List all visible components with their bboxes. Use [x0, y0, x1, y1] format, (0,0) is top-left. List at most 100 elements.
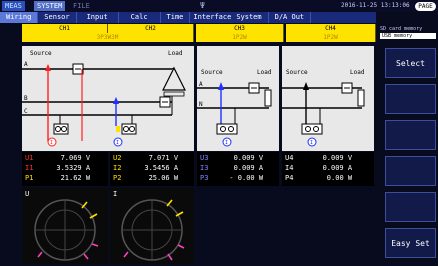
svg-text:I: I [310, 140, 313, 146]
p1-row: P1 21.62 W [25, 174, 90, 182]
p2-value: 25.06 [148, 174, 170, 182]
p1-value: 21.62 [60, 174, 82, 182]
u4-label: U4 [285, 154, 294, 162]
u1-row: U1 7.069 V [25, 154, 90, 162]
p4-unit: W [347, 174, 353, 182]
ch4-load-label: Load [350, 69, 365, 76]
u2-value: 7.071 [148, 154, 170, 162]
meas-mode-tag[interactable]: MEAS [2, 1, 25, 11]
ch3-phase-a: A [199, 81, 203, 88]
phase-b-label: B [24, 95, 28, 102]
wiring-diagram-ch4: Source Load I [282, 46, 374, 151]
status-bar: MEAS SYSTEM FILE Ψ 2016-11-25 13:13:06 P… [0, 0, 438, 12]
current-vector-diagram: I [110, 188, 194, 264]
u1-unit: V [85, 154, 91, 162]
analyzer-screen: MEAS SYSTEM FILE Ψ 2016-11-25 13:13:06 P… [0, 0, 438, 266]
i1-label: I1 [25, 164, 34, 172]
u1-label: U1 [25, 154, 34, 162]
u3-value: 0.009 [233, 154, 255, 162]
ch4-source-label: Source [286, 69, 308, 76]
u3-row: U3 0.009 V [200, 154, 263, 162]
ch3-source-label: Source [201, 69, 223, 76]
source-label: Source [30, 50, 52, 57]
easy-set-button[interactable]: Easy Set [385, 228, 436, 258]
phase-c-label: C [24, 108, 28, 115]
i2-row: I2 3.5456 A [113, 164, 178, 172]
p2-row: P2 25.06 W [113, 174, 178, 182]
usb-memory-label: USB memory [380, 33, 436, 39]
ch3-wiring-mode[interactable]: 1P2W [196, 33, 284, 42]
u2-label: U2 [113, 154, 122, 162]
select-button[interactable]: Select [385, 48, 436, 78]
i4-row: I4 0.009 A [285, 164, 352, 172]
i3-unit: A [258, 164, 264, 172]
ch3-header: CH3 1P2W [196, 24, 284, 42]
i3-row: I3 0.009 A [200, 164, 263, 172]
blank-button-4[interactable] [385, 156, 436, 186]
i2-value: 3.5456 [144, 164, 170, 172]
i2-unit: A [173, 164, 179, 172]
tab-system[interactable]: System [234, 12, 269, 23]
svg-text:I: I [116, 140, 119, 146]
p3-value: - 0.00 [229, 174, 255, 182]
blank-button-3[interactable] [385, 120, 436, 150]
u4-value: 0.009 [322, 154, 344, 162]
tab-interface[interactable]: Interface [190, 12, 234, 23]
p4-label: P4 [285, 174, 294, 182]
tab-calc[interactable]: Calc [119, 12, 161, 23]
ch1-readout: U1 7.069 V I1 3.5329 A P1 21.62 W [22, 152, 108, 186]
u2-unit: V [173, 154, 179, 162]
p4-row: P4 0.00 W [285, 174, 352, 182]
tab-wiring[interactable]: Wiring [0, 12, 39, 23]
p3-label: P3 [200, 174, 209, 182]
settings-tabs: Wiring Sensor Input Calc Time Interface … [0, 12, 376, 23]
u1-value: 7.069 [60, 154, 82, 162]
p1-label: P1 [25, 174, 34, 182]
file-mode-tag[interactable]: FILE [70, 1, 93, 11]
ch4-readout: U4 0.009 V I4 0.009 A P4 0.00 W [282, 152, 374, 186]
i4-unit: A [347, 164, 353, 172]
ch2-readout: U2 7.071 V I2 3.5456 A P2 25.06 W [110, 152, 194, 186]
channel-header: CH1 CH2 3P3W3M CH3 1P2W CH4 1P2W [22, 24, 376, 42]
p1-unit: W [85, 174, 91, 182]
ch2-label: CH2 [108, 24, 194, 33]
sd-card-label: SD card memory [380, 26, 423, 32]
wiring-diagram-3p3w3m: Source Load A B C I I [22, 46, 194, 151]
u4-unit: V [347, 154, 353, 162]
blank-button-5[interactable] [385, 192, 436, 222]
i-vector-label: I [113, 190, 117, 198]
usb-icon: Ψ [200, 1, 205, 10]
i3-label: I3 [200, 164, 209, 172]
p3-row: P3 - 0.00 W [200, 174, 263, 182]
ch3-readout: U3 0.009 V I3 0.009 A P3 - 0.00 W [197, 152, 279, 186]
u3-label: U3 [200, 154, 209, 162]
ch1-label: CH1 [22, 24, 108, 33]
tab-da-out[interactable]: D/A Out [269, 12, 312, 23]
i1-row: I1 3.5329 A [25, 164, 90, 172]
i2-label: I2 [113, 164, 122, 172]
system-mode-tag[interactable]: SYSTEM [34, 1, 66, 11]
ch3-label: CH3 [196, 24, 284, 33]
load-label: Load [168, 50, 183, 57]
i4-label: I4 [285, 164, 294, 172]
svg-text:I: I [50, 140, 53, 146]
i1-unit: A [85, 164, 91, 172]
i4-value: 0.009 [322, 164, 344, 172]
tab-sensor[interactable]: Sensor [38, 12, 77, 23]
tab-input[interactable]: Input [77, 12, 119, 23]
i1-value: 3.5329 [56, 164, 82, 172]
svg-text:I: I [225, 140, 228, 146]
ch4-wiring-mode[interactable]: 1P2W [286, 33, 376, 42]
voltage-vector-diagram: U [22, 188, 108, 264]
storage-info: SD card memory USB memory [380, 26, 436, 39]
u3-unit: V [258, 154, 264, 162]
u2-row: U2 7.071 V [113, 154, 178, 162]
ch12-wiring-mode[interactable]: 3P3W3M [22, 33, 194, 42]
ch4-label: CH4 [286, 24, 376, 33]
i3-value: 0.009 [233, 164, 255, 172]
blank-button-2[interactable] [385, 84, 436, 114]
clock: 2016-11-25 13:13:06 [341, 2, 410, 9]
page-button[interactable]: PAGE [415, 2, 436, 11]
tab-time[interactable]: Time [161, 12, 191, 23]
p2-unit: W [173, 174, 179, 182]
